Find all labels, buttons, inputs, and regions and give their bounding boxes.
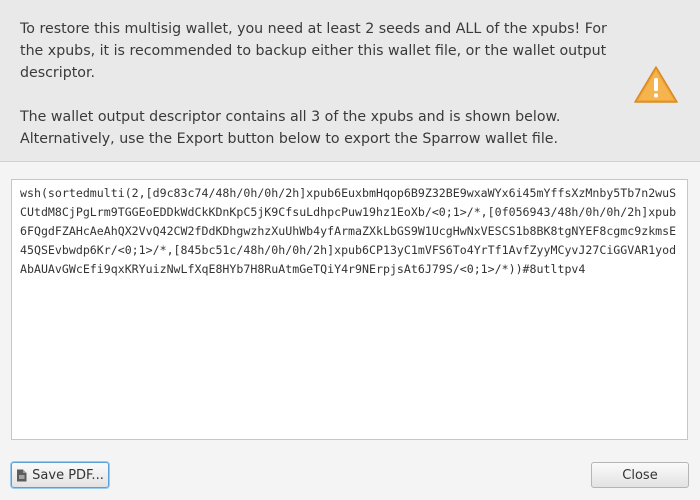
warning-icon [634, 66, 678, 103]
output-descriptor-text[interactable]: wsh(sortedmulti(2,[d9c83c74/48h/0h/0h/2h… [20, 184, 679, 279]
pdf-file-icon [17, 469, 27, 481]
save-pdf-label: Save PDF... [32, 467, 104, 483]
message-paragraph-2: The wallet output descriptor contains al… [20, 109, 561, 147]
dialog-message: To restore this multisig wallet, you nee… [20, 18, 620, 150]
message-paragraph-1: To restore this multisig wallet, you nee… [20, 21, 607, 81]
close-label: Close [622, 467, 658, 483]
descriptor-text-area[interactable]: wsh(sortedmulti(2,[d9c83c74/48h/0h/0h/2h… [11, 179, 688, 440]
dialog-header: To restore this multisig wallet, you nee… [0, 0, 700, 162]
multisig-backup-dialog: To restore this multisig wallet, you nee… [0, 0, 700, 500]
save-pdf-button[interactable]: Save PDF... [11, 462, 109, 488]
close-button[interactable]: Close [591, 462, 689, 488]
